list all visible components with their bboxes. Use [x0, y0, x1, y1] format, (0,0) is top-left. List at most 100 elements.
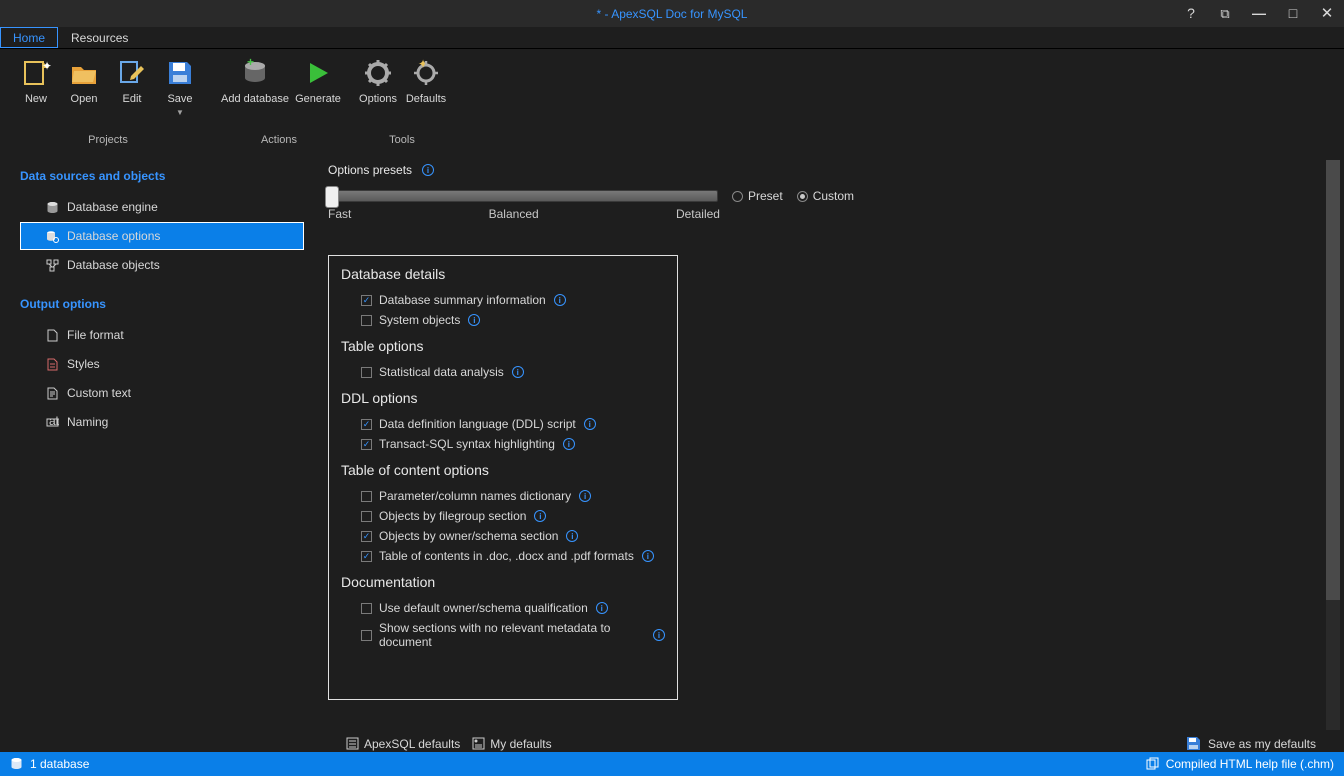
main-panel: Options presets i Preset Custom Fast Bal… — [310, 149, 1344, 752]
unknown-icon[interactable]: ⧉ — [1208, 0, 1242, 27]
sidebar-item-styles[interactable]: Styles — [20, 350, 304, 378]
edit-button[interactable]: Edit — [108, 53, 156, 131]
database-objects-icon — [45, 258, 59, 272]
maximize-icon[interactable]: □ — [1276, 0, 1310, 27]
info-icon[interactable]: i — [653, 629, 665, 641]
checkbox-default-owner-qualification[interactable]: Use default owner/schema qualificationi — [341, 598, 665, 618]
info-icon[interactable]: i — [584, 418, 596, 430]
new-file-icon: ✦ — [20, 57, 52, 89]
info-icon[interactable]: i — [563, 438, 575, 450]
my-defaults-button[interactable]: My defaults — [472, 737, 551, 751]
sidebar: Data sources and objects Database engine… — [0, 149, 310, 752]
svg-text:ab: ab — [49, 416, 59, 428]
checkbox-ddl-script[interactable]: Data definition language (DDL) scripti — [341, 414, 665, 434]
info-icon[interactable]: i — [534, 510, 546, 522]
section-table-options: Table options — [341, 338, 665, 354]
gear-icon — [362, 57, 394, 89]
apexsql-defaults-button[interactable]: ApexSQL defaults — [346, 737, 460, 751]
minimize-icon[interactable]: — — [1242, 0, 1276, 27]
info-icon[interactable]: i — [642, 550, 654, 562]
checkbox-show-empty-sections[interactable]: Show sections with no relevant metadata … — [341, 618, 665, 652]
ribbon-tabs: Home Resources — [0, 27, 1344, 49]
sidebar-item-database-objects[interactable]: Database objects — [20, 251, 304, 279]
defaults-row: ApexSQL defaults My defaults Save as my … — [328, 736, 1326, 752]
checkbox-toc-formats[interactable]: Table of contents in .doc, .docx and .pd… — [341, 546, 665, 566]
help-icon[interactable]: ? — [1174, 0, 1208, 27]
add-database-icon: + — [239, 57, 271, 89]
slider-thumb[interactable] — [325, 186, 339, 208]
info-icon[interactable]: i — [512, 366, 524, 378]
edit-icon — [116, 57, 148, 89]
checkbox-system-objects[interactable]: System objectsi — [341, 310, 665, 330]
ribbon-group-actions: + Add database Generate Actions — [210, 53, 348, 149]
svg-text:✦: ✦ — [42, 59, 51, 73]
checkbox-filegroup-section[interactable]: Objects by filegroup sectioni — [341, 506, 665, 526]
info-icon[interactable]: i — [468, 314, 480, 326]
save-button[interactable]: Save ▼ — [156, 53, 204, 131]
checkbox-summary-info[interactable]: Database summary informationi — [341, 290, 665, 310]
chevron-down-icon[interactable]: ▼ — [176, 108, 184, 117]
sidebar-item-database-engine[interactable]: Database engine — [20, 193, 304, 221]
save-icon — [164, 57, 196, 89]
add-database-button[interactable]: + Add database — [216, 53, 294, 131]
ribbon: ✦ New Open Edit Save ▼ Projects + Add da — [0, 49, 1344, 149]
presets-slider[interactable] — [328, 190, 718, 202]
sidebar-item-naming[interactable]: ab Naming — [20, 408, 304, 436]
window-controls: ? ⧉ — □ ✕ — [1174, 0, 1344, 27]
play-icon — [302, 57, 334, 89]
titlebar: * - ApexSQL Doc for MySQL ? ⧉ — □ ✕ — [0, 0, 1344, 27]
generate-button[interactable]: Generate — [294, 53, 342, 131]
open-folder-icon — [68, 57, 100, 89]
open-button[interactable]: Open — [60, 53, 108, 131]
ribbon-group-projects: ✦ New Open Edit Save ▼ Projects — [6, 53, 210, 149]
scrollbar[interactable] — [1326, 160, 1340, 730]
content-area: Data sources and objects Database engine… — [0, 149, 1344, 752]
user-list-icon — [472, 737, 486, 751]
info-icon[interactable]: i — [554, 294, 566, 306]
checkbox-tsql-highlight[interactable]: Transact-SQL syntax highlightingi — [341, 434, 665, 454]
sidebar-header-output: Output options — [20, 297, 304, 311]
window-title: * - ApexSQL Doc for MySQL — [597, 7, 748, 21]
slider-labels: Fast Balanced Detailed — [328, 207, 720, 221]
ribbon-group-tools: Options ✦ Defaults Tools — [348, 53, 456, 149]
statusbar-right[interactable]: Compiled HTML help file (.chm) — [1146, 757, 1334, 771]
close-icon[interactable]: ✕ — [1310, 0, 1344, 27]
sidebar-item-database-options[interactable]: Database options — [20, 222, 304, 250]
copy-icon — [1146, 757, 1160, 771]
info-icon[interactable]: i — [422, 164, 434, 176]
options-button[interactable]: Options — [354, 53, 402, 131]
database-options-icon — [45, 229, 59, 243]
presets-slider-row: Preset Custom — [328, 189, 1326, 203]
section-documentation: Documentation — [341, 574, 665, 590]
sidebar-item-file-format[interactable]: File format — [20, 321, 304, 349]
save-icon — [1186, 736, 1202, 752]
info-icon[interactable]: i — [579, 490, 591, 502]
radio-preset[interactable]: Preset — [732, 189, 783, 203]
radio-custom[interactable]: Custom — [797, 189, 854, 203]
checkbox-statistical-data[interactable]: Statistical data analysisi — [341, 362, 665, 382]
info-icon[interactable]: i — [566, 530, 578, 542]
checkbox-owner-schema-section[interactable]: Objects by owner/schema sectioni — [341, 526, 665, 546]
scrollbar-thumb[interactable] — [1326, 160, 1340, 600]
statusbar-left: 1 database — [10, 757, 89, 771]
options-presets-header: Options presets i — [328, 163, 1326, 177]
tab-home[interactable]: Home — [0, 27, 58, 48]
file-icon — [45, 328, 59, 342]
info-icon[interactable]: i — [596, 602, 608, 614]
defaults-icon: ✦ — [410, 57, 442, 89]
sidebar-item-custom-text[interactable]: Custom text — [20, 379, 304, 407]
tab-resources[interactable]: Resources — [58, 27, 141, 48]
custom-text-icon — [45, 386, 59, 400]
new-button[interactable]: ✦ New — [12, 53, 60, 131]
styles-icon — [45, 357, 59, 371]
options-box: Database details Database summary inform… — [328, 255, 678, 700]
defaults-button[interactable]: ✦ Defaults — [402, 53, 450, 131]
checkbox-param-dictionary[interactable]: Parameter/column names dictionaryi — [341, 486, 665, 506]
list-icon — [346, 737, 360, 751]
naming-icon: ab — [45, 415, 59, 429]
svg-text:+: + — [247, 58, 254, 69]
section-ddl-options: DDL options — [341, 390, 665, 406]
statusbar: 1 database Compiled HTML help file (.chm… — [0, 752, 1344, 776]
save-as-my-defaults-button[interactable]: Save as my defaults — [1186, 736, 1316, 752]
section-toc-options: Table of content options — [341, 462, 665, 478]
